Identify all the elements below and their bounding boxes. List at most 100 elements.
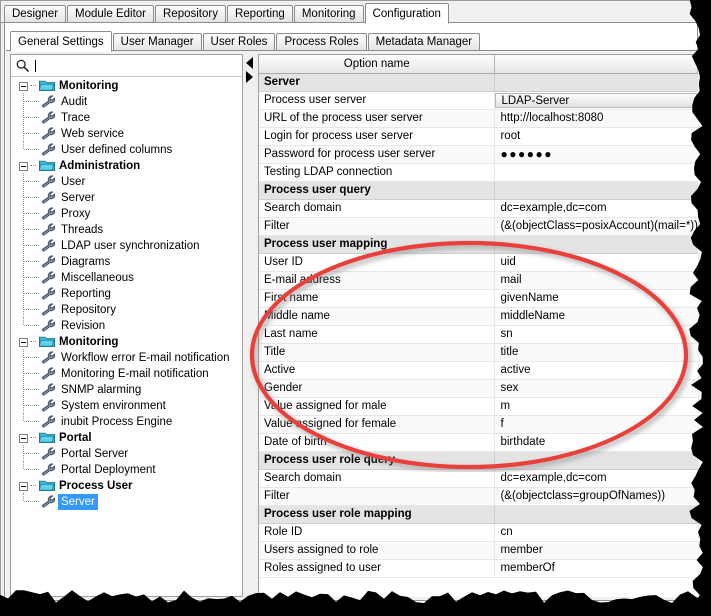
tree-item-repository[interactable]: Repository <box>11 301 242 318</box>
main-tab-reporting[interactable]: Reporting <box>226 5 293 23</box>
tree-item-user-defined-columns[interactable]: User defined columns <box>11 141 242 158</box>
option-value-cell[interactable]: active <box>495 362 698 379</box>
tree-item-diagrams[interactable]: Diagrams <box>11 253 242 270</box>
search-input[interactable] <box>11 55 242 77</box>
tree-item-portal-server[interactable]: Portal Server <box>11 445 242 462</box>
triangle-right-icon[interactable] <box>246 71 253 83</box>
options-table-row[interactable]: URL of the process user server http://loc… <box>259 110 698 128</box>
option-value-cell[interactable]: dc=example,dc=com <box>495 470 698 487</box>
option-value-cell[interactable]: givenName <box>495 290 698 307</box>
tree-item-server[interactable]: Server <box>11 189 242 206</box>
option-value-cell[interactable]: sex <box>495 380 698 397</box>
tree-item-revision[interactable]: Revision <box>11 317 242 334</box>
tree-item-miscellaneous[interactable]: Miscellaneous <box>11 269 242 286</box>
options-table-row[interactable]: Middle name middleName <box>259 308 698 326</box>
option-value-cell[interactable]: dc=example,dc=com <box>495 200 698 217</box>
main-tab-configuration[interactable]: Configuration <box>364 3 449 24</box>
config-tab-general-settings[interactable]: General Settings <box>10 31 112 52</box>
config-tab-user-roles[interactable]: User Roles <box>202 33 276 51</box>
tree-guide-line <box>30 165 36 166</box>
options-table-row[interactable]: Login for process user server root <box>259 128 698 146</box>
tree-item-process-user[interactable]: Process User <box>11 478 242 494</box>
main-tab-module-editor[interactable]: Module Editor <box>67 5 154 23</box>
option-value-cell[interactable]: http://localhost:8080 <box>495 110 698 127</box>
option-value-cell[interactable]: (&(objectClass=posixAccount)(mail=*)) <box>495 218 698 235</box>
column-header-value[interactable] <box>495 55 698 73</box>
options-table-row[interactable]: Role ID cn <box>259 524 698 542</box>
column-header-option-name[interactable]: Option name <box>259 55 496 73</box>
options-table-row[interactable]: Search domain dc=example,dc=com <box>259 470 698 488</box>
config-tab-user-manager[interactable]: User Manager <box>112 33 202 51</box>
tree-item-portal-deployment[interactable]: Portal Deployment <box>11 461 242 478</box>
options-table-row[interactable]: User ID uid <box>259 254 698 272</box>
main-tab-designer[interactable]: Designer <box>4 5 67 23</box>
tree-collapse-icon[interactable] <box>19 337 28 347</box>
tree-item-monitoring[interactable]: Monitoring <box>11 334 242 350</box>
tree-item-ldap-user-synchronization[interactable]: LDAP user synchronization <box>11 237 242 254</box>
options-section-header: Process user role query <box>259 452 698 470</box>
options-table-row[interactable]: Filter (&(objectclass=groupOfNames)) <box>259 488 698 506</box>
tree-item-system-environment[interactable]: System environment <box>11 397 242 414</box>
options-table-row[interactable]: Value assigned for female f <box>259 416 698 434</box>
option-value-cell[interactable]: mail <box>495 272 698 289</box>
tree-item-portal[interactable]: Portal <box>11 430 242 446</box>
options-table-row[interactable]: Password for process user server ●●●●●● <box>259 146 698 164</box>
option-value-cell[interactable]: cn <box>495 524 698 541</box>
option-value-cell[interactable]: memberOf <box>495 560 698 577</box>
options-table-row[interactable]: Value assigned for male m <box>259 398 698 416</box>
tree-item-monitoring-e-mail-notification[interactable]: Monitoring E-mail notification <box>11 365 242 382</box>
options-table-row[interactable]: Process user server LDAP-Server <box>259 92 698 110</box>
option-value-cell[interactable]: m <box>495 398 698 415</box>
tree-collapse-icon[interactable] <box>19 81 28 91</box>
tree-item-server[interactable]: Server <box>11 493 242 510</box>
options-table-row[interactable]: Users assigned to role member <box>259 542 698 560</box>
tree-collapse-icon[interactable] <box>19 161 28 171</box>
triangle-left-icon[interactable] <box>246 57 253 69</box>
options-table-row[interactable]: First name givenName <box>259 290 698 308</box>
tree-item-inubit-process-engine[interactable]: inubit Process Engine <box>11 413 242 430</box>
option-value-cell[interactable]: member <box>495 542 698 559</box>
options-table-row[interactable]: Active active <box>259 362 698 380</box>
option-value-cell[interactable]: LDAP-Server <box>495 92 698 109</box>
options-table-row[interactable]: Filter (&(objectClass=posixAccount)(mail=… <box>259 218 698 236</box>
tree-item-reporting[interactable]: Reporting <box>11 285 242 302</box>
options-table-row[interactable]: Title title <box>259 344 698 362</box>
option-value-cell[interactable]: sn <box>495 326 698 343</box>
options-table-row[interactable]: Date of birth birthdate <box>259 434 698 452</box>
tree-item-web-service[interactable]: Web service <box>11 125 242 142</box>
tree-item-trace[interactable]: Trace <box>11 109 242 126</box>
settings-tree[interactable]: Monitoring Audit Trace Web service User defi… <box>11 78 242 596</box>
option-value-cell[interactable]: middleName <box>495 308 698 325</box>
option-value-cell[interactable]: uid <box>495 254 698 271</box>
option-value-cell[interactable]: birthdate <box>495 434 698 451</box>
tree-item-snmp-alarming[interactable]: SNMP alarming <box>11 381 242 398</box>
option-value-cell[interactable]: ●●●●●● <box>495 146 698 163</box>
option-value-cell[interactable]: f <box>495 416 698 433</box>
option-value-cell[interactable]: root <box>495 128 698 145</box>
tree-item-administration[interactable]: Administration <box>11 158 242 174</box>
tree-item-audit[interactable]: Audit <box>11 93 242 110</box>
options-table-row[interactable]: Gender sex <box>259 380 698 398</box>
options-table-row[interactable]: Last name sn <box>259 326 698 344</box>
options-table-row[interactable]: E-mail address mail <box>259 272 698 290</box>
panel-splitter[interactable] <box>245 54 255 597</box>
wrench-icon <box>41 223 57 237</box>
tree-item-workflow-error-e-mail-notification[interactable]: Workflow error E-mail notification <box>11 349 242 366</box>
options-table-row[interactable]: Roles assigned to user memberOf <box>259 560 698 578</box>
config-tab-metadata-manager[interactable]: Metadata Manager <box>367 33 481 51</box>
main-tab-repository[interactable]: Repository <box>155 5 226 23</box>
options-table-row[interactable]: Testing LDAP connection <box>259 164 698 182</box>
tree-item-threads[interactable]: Threads <box>11 221 242 238</box>
option-name-cell: Testing LDAP connection <box>259 164 496 181</box>
config-tab-process-roles[interactable]: Process Roles <box>276 33 367 51</box>
process-user-server-select[interactable]: LDAP-Server <box>495 93 697 108</box>
tree-collapse-icon[interactable] <box>19 481 28 491</box>
option-value-cell[interactable]: title <box>495 344 698 361</box>
option-value-cell[interactable]: (&(objectclass=groupOfNames)) <box>495 488 698 505</box>
tree-item-proxy[interactable]: Proxy <box>11 205 242 222</box>
tree-collapse-icon[interactable] <box>19 433 28 443</box>
tree-item-monitoring[interactable]: Monitoring <box>11 78 242 94</box>
main-tab-monitoring[interactable]: Monitoring <box>293 5 364 23</box>
options-table-row[interactable]: Search domain dc=example,dc=com <box>259 200 698 218</box>
tree-item-user[interactable]: User <box>11 173 242 190</box>
